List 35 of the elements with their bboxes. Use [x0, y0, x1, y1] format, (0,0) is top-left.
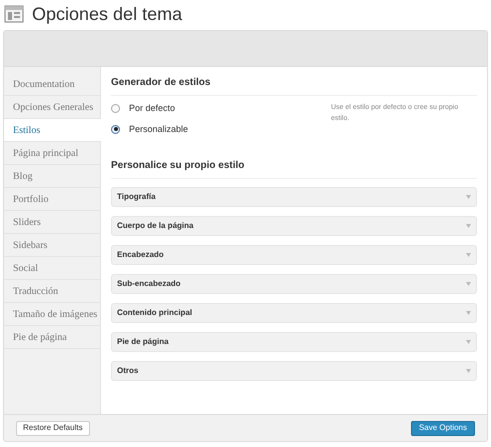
radio-button[interactable] — [111, 124, 120, 134]
accordion-section[interactable]: Tipografía — [111, 187, 477, 207]
sidebar-item[interactable]: Portfolio — [4, 188, 100, 211]
caret-icon — [466, 369, 471, 373]
accordion-section[interactable]: Contenido principal — [111, 303, 477, 323]
accordion-section[interactable]: Otros — [111, 361, 477, 381]
sidebar-item[interactable]: Página principal — [4, 142, 100, 165]
caret-icon — [466, 311, 471, 315]
caret-icon — [466, 340, 471, 344]
sidebar-item[interactable]: Tamaño de imágenes — [4, 303, 100, 326]
accordion-section[interactable]: Sub-encabezado — [111, 274, 477, 294]
sidebar-item[interactable]: Pie de página — [4, 326, 100, 349]
caret-icon — [466, 195, 471, 199]
radio-label: Por defecto — [129, 102, 176, 115]
sidebar-item[interactable]: Documentation — [4, 73, 100, 96]
accordion-section[interactable]: Cuerpo de la página — [111, 216, 477, 236]
caret-icon — [466, 253, 471, 257]
section-heading: Personalice su propio estilo — [111, 158, 477, 179]
layout-icon — [4, 5, 24, 23]
caret-icon — [466, 282, 471, 286]
page-title: Opciones del tema — [32, 2, 182, 26]
sidebar-item[interactable]: Estilos — [4, 119, 101, 142]
radio-label: Personalizable — [129, 122, 188, 136]
section-heading: Generador de estilos — [111, 75, 477, 96]
sidebar-item[interactable]: Social — [4, 257, 100, 280]
sidebar-item[interactable]: Sidebars — [4, 234, 100, 257]
save-options-button[interactable]: Save Options — [410, 420, 475, 436]
sidebar-item[interactable]: Sliders — [4, 211, 100, 234]
restore-defaults-button[interactable]: Restore Defaults — [16, 420, 90, 436]
accordion-section[interactable]: Encabezado — [111, 245, 477, 265]
sidebar-item[interactable]: Traducción — [4, 280, 100, 303]
sidebar-item[interactable]: Blog — [4, 165, 100, 188]
caret-icon — [466, 224, 471, 228]
radio-button[interactable] — [111, 104, 120, 114]
accordion-section[interactable]: Pie de página — [111, 332, 477, 352]
